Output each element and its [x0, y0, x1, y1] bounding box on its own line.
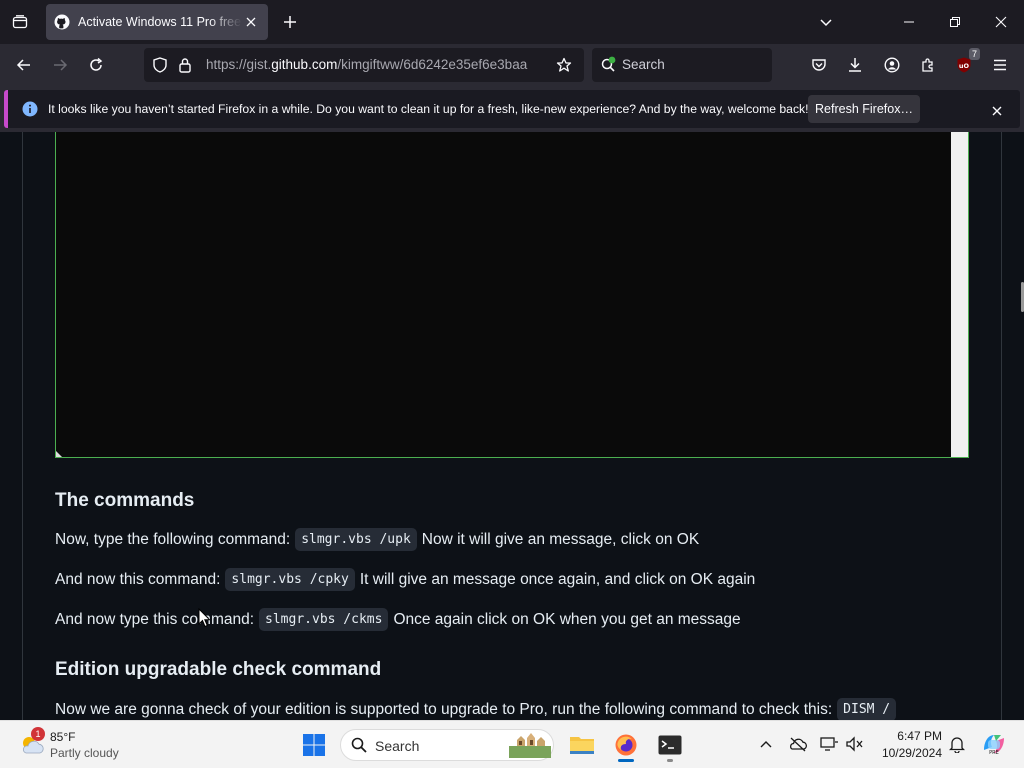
tab-active[interactable]: Activate Windows 11 Pro free - [46, 4, 268, 40]
new-tab-icon[interactable] [280, 12, 300, 32]
weather-temperature: 85°F [50, 730, 76, 744]
embed-scrollbar[interactable] [951, 132, 968, 457]
forward-arrow-icon[interactable] [46, 51, 74, 79]
extensions-icon[interactable] [914, 51, 942, 79]
active-app-indicator [618, 759, 634, 762]
weather-badge: 1 [31, 727, 45, 741]
command-line-1: Now, type the following command: slmgr.v… [55, 528, 699, 551]
display-network-icon[interactable] [818, 733, 840, 755]
line-4-text: Now we are gonna check of your edition i… [55, 700, 833, 718]
taskbar-search-icon [351, 737, 367, 758]
line-1-after: Now it will give an message, click on OK [421, 530, 700, 548]
code-dism: DISM / [837, 698, 897, 720]
edition-heading: Edition upgradable check command [55, 659, 382, 680]
reload-icon[interactable] [82, 51, 110, 79]
info-icon [22, 101, 38, 122]
weather-widget[interactable]: 1 85°F Partly cloudy [16, 727, 146, 763]
embed-resize-corner [56, 451, 62, 457]
svg-text:PRE: PRE [989, 750, 999, 756]
weather-condition: Partly cloudy [50, 746, 119, 760]
taskbar-search-label: Search [375, 738, 420, 754]
downloads-icon[interactable] [841, 51, 869, 79]
onedrive-offline-icon[interactable] [787, 733, 809, 755]
tray-overflow-chevron-icon[interactable] [755, 733, 777, 755]
url-text[interactable]: https://gist.github.com/kimgiftww/6d6242… [206, 57, 546, 72]
search-placeholder: Search [622, 57, 665, 72]
line-2-text: And now this command: [55, 570, 221, 588]
notification-bar: It looks like you haven’t started Firefo… [0, 86, 1024, 132]
line-3-after: Once again click on OK when you get an m… [393, 610, 741, 628]
notification-panel: It looks like you haven’t started Firefo… [4, 90, 1020, 128]
copilot-icon[interactable]: PRE [980, 730, 1008, 758]
search-engine-icon [600, 56, 618, 79]
menu-icon[interactable] [986, 51, 1014, 79]
notifications-bell-icon[interactable] [946, 733, 968, 755]
page-content: The commands Now, type the following com… [0, 132, 1024, 720]
terminal-icon[interactable] [652, 727, 688, 763]
bookmark-star-icon[interactable] [556, 57, 572, 78]
code-ckms: slmgr.vbs /ckms [259, 608, 389, 631]
windows-taskbar: 1 85°F Partly cloudy Search 6:47 PM 10/2… [0, 720, 1024, 768]
taskbar-search[interactable]: Search [340, 729, 554, 761]
line-1-text: Now, type the following command: [55, 530, 291, 548]
clock-time: 6:47 PM [897, 729, 942, 743]
file-explorer-icon[interactable] [564, 727, 600, 763]
github-icon [54, 14, 70, 30]
window-close-icon[interactable] [987, 8, 1015, 36]
code-cpky: slmgr.vbs /cpky [225, 568, 355, 591]
code-upk: slmgr.vbs /upk [295, 528, 417, 551]
refresh-firefox-button[interactable]: Refresh Firefox… [808, 95, 920, 123]
lock-icon[interactable] [178, 57, 192, 78]
system-clock[interactable]: 6:47 PM 10/29/2024 [870, 728, 942, 762]
commands-heading: The commands [55, 490, 195, 511]
command-line-2: And now this command: slmgr.vbs /cpky It… [55, 568, 755, 591]
notification-message: It looks like you haven’t started Firefo… [48, 102, 809, 116]
minimize-icon[interactable] [895, 8, 923, 36]
tab-list-icon[interactable] [6, 8, 34, 36]
volume-muted-icon[interactable] [844, 733, 866, 755]
search-bar[interactable]: Search [592, 48, 772, 82]
svg-text:uO: uO [959, 62, 970, 70]
line-3-text: And now type this command: [55, 610, 255, 628]
mouse-cursor-icon [198, 607, 212, 628]
tracking-shield-icon[interactable] [152, 57, 168, 78]
extension-badge: 7 [968, 48, 980, 60]
ublock-icon[interactable]: uO 7 [950, 48, 980, 79]
tab-title: Activate Windows 11 Pro free - [78, 15, 242, 29]
line-2-after: It will give an message once again, and … [359, 570, 756, 588]
restore-icon[interactable] [941, 8, 969, 36]
search-highlight-icon [509, 732, 551, 763]
open-app-indicator [667, 759, 673, 762]
account-icon[interactable] [878, 51, 906, 79]
windows-start-icon[interactable] [296, 727, 332, 763]
notification-close-icon[interactable] [992, 103, 1002, 121]
list-all-tabs-icon[interactable] [812, 8, 840, 36]
pocket-icon[interactable] [805, 51, 833, 79]
command-line-3: And now type this command: slmgr.vbs /ck… [55, 608, 741, 631]
tab-close-icon[interactable] [242, 13, 260, 31]
firefox-taskbar-icon[interactable] [608, 727, 644, 763]
back-arrow-icon[interactable] [10, 51, 38, 79]
navigation-toolbar: https://gist.github.com/kimgiftww/6d6242… [0, 44, 1024, 86]
embedded-video-frame[interactable] [55, 132, 969, 458]
edition-line: Now we are gonna check of your edition i… [55, 698, 901, 720]
clock-date: 10/29/2024 [881, 746, 942, 760]
tab-bar: Activate Windows 11 Pro free - [0, 0, 1024, 44]
url-bar[interactable]: https://gist.github.com/kimgiftww/6d6242… [144, 48, 584, 82]
